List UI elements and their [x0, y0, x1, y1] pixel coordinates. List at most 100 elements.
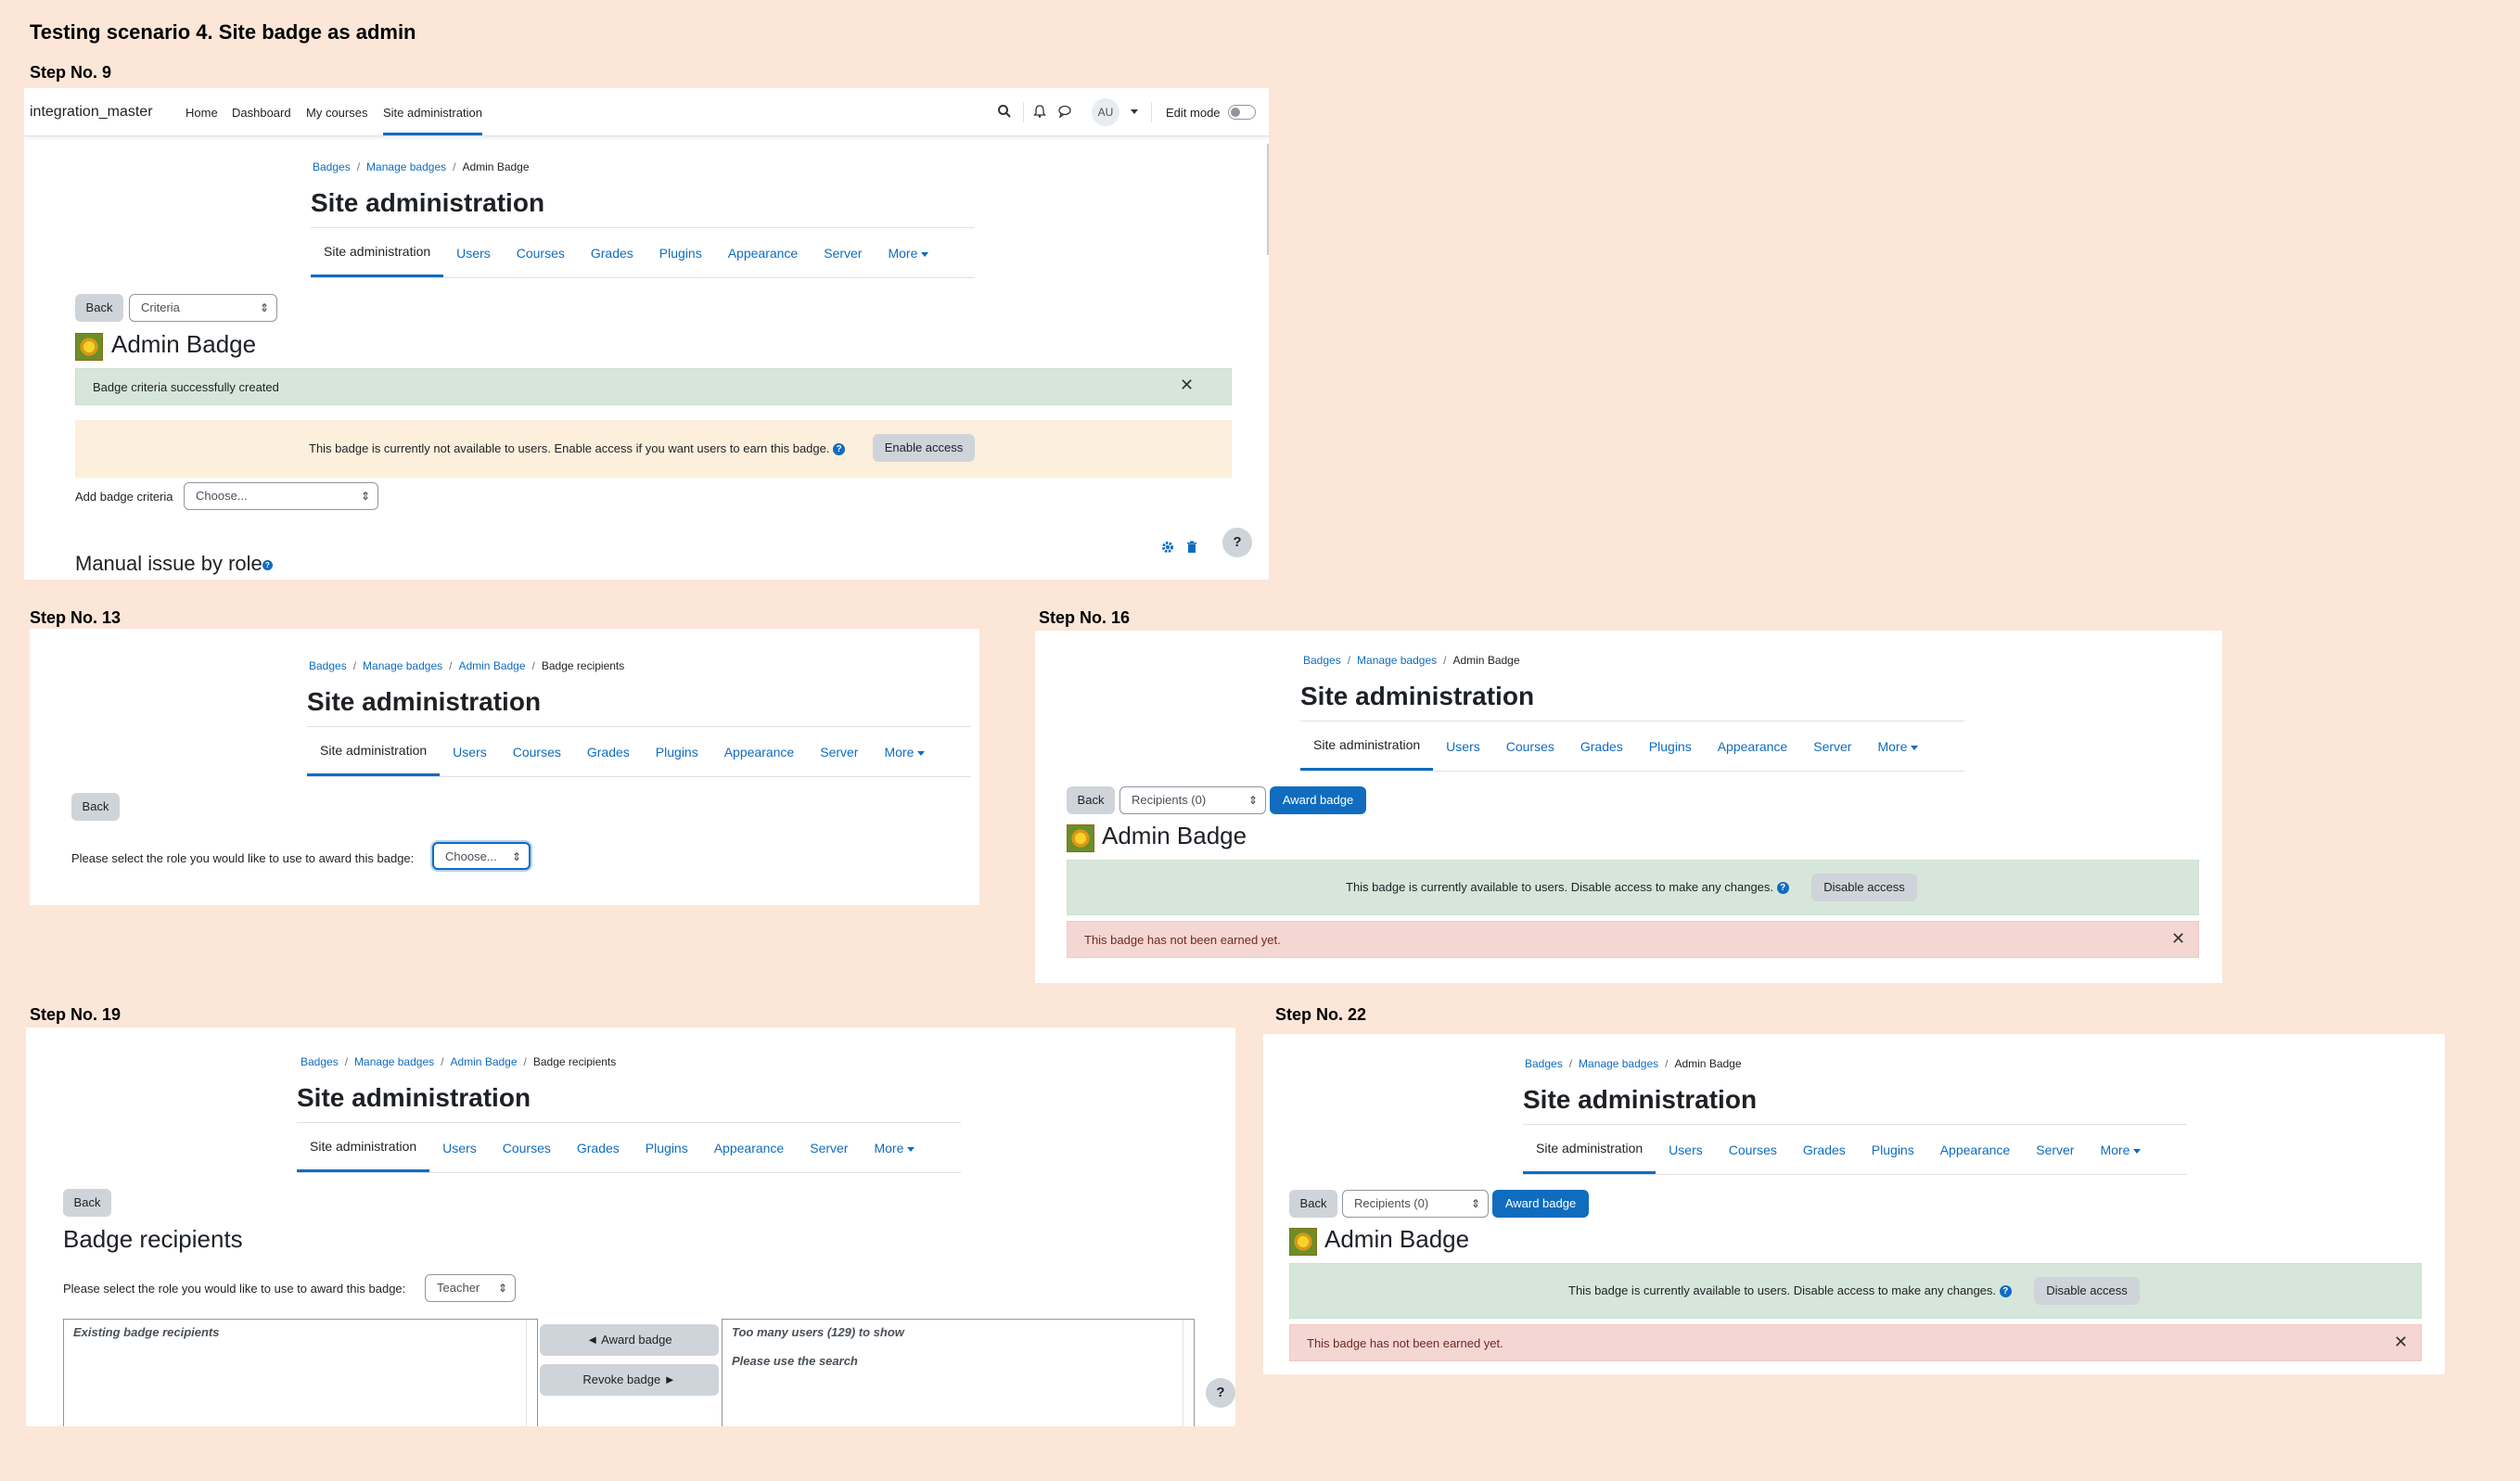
tab-users[interactable]: Users: [1433, 721, 1493, 771]
tab-plugins[interactable]: Plugins: [646, 228, 715, 277]
help-icon[interactable]: ?: [262, 559, 273, 570]
nav-home[interactable]: Home: [185, 106, 218, 120]
tab-appearance[interactable]: Appearance: [715, 228, 812, 277]
tab-appearance[interactable]: Appearance: [701, 1123, 798, 1172]
tab-courses[interactable]: Courses: [504, 228, 578, 277]
back-button[interactable]: Back: [1289, 1190, 1337, 1218]
trash-icon[interactable]: [1186, 541, 1197, 554]
award-badge-button[interactable]: Award badge: [1270, 786, 1366, 814]
tab-grades[interactable]: Grades: [574, 727, 643, 776]
tab-grades[interactable]: Grades: [578, 228, 646, 277]
tab-courses[interactable]: Courses: [500, 727, 574, 776]
tab-grades[interactable]: Grades: [1790, 1125, 1859, 1174]
tab-courses[interactable]: Courses: [1716, 1125, 1790, 1174]
disable-access-button[interactable]: Disable access: [2034, 1277, 2140, 1305]
criteria-select[interactable]: Criteria: [129, 294, 277, 322]
back-button[interactable]: Back: [71, 793, 120, 821]
crumb-admin-badge[interactable]: Admin Badge: [458, 659, 525, 672]
award-badge-button[interactable]: ◄ Award badge: [540, 1324, 719, 1356]
disable-access-button[interactable]: Disable access: [1811, 874, 1917, 901]
avatar[interactable]: AU: [1092, 98, 1119, 126]
help-button[interactable]: ?: [1222, 528, 1252, 557]
tab-plugins[interactable]: Plugins: [1859, 1125, 1927, 1174]
tab-appearance[interactable]: Appearance: [1705, 721, 1801, 771]
edit-mode-toggle[interactable]: [1228, 105, 1256, 120]
tab-more[interactable]: More: [875, 228, 941, 277]
tab-site-administration[interactable]: Site administration: [297, 1123, 430, 1172]
role-select[interactable]: Teacher: [425, 1274, 516, 1302]
step-19-screenshot: Badges / Manage badges / Admin Badge / Badge r…: [26, 1028, 1235, 1426]
help-icon[interactable]: ?: [833, 443, 846, 456]
tab-users[interactable]: Users: [443, 228, 504, 277]
existing-recipients-header: Existing badge recipients: [73, 1325, 220, 1339]
help-icon[interactable]: ?: [1776, 882, 1789, 895]
tab-grades[interactable]: Grades: [564, 1123, 633, 1172]
crumb-admin-badge[interactable]: Admin Badge: [450, 1055, 517, 1068]
nav-dashboard[interactable]: Dashboard: [232, 106, 291, 120]
crumb-badges[interactable]: Badges: [1303, 654, 1341, 667]
back-button[interactable]: Back: [75, 294, 123, 322]
tab-users[interactable]: Users: [1656, 1125, 1716, 1174]
back-button[interactable]: Back: [63, 1189, 111, 1217]
tab-appearance[interactable]: Appearance: [1927, 1125, 2024, 1174]
scrollbar[interactable]: [526, 1320, 537, 1426]
tab-plugins[interactable]: Plugins: [643, 727, 711, 776]
tab-more[interactable]: More: [1864, 721, 1931, 771]
site-name[interactable]: integration_master: [30, 104, 153, 121]
recipients-select[interactable]: Recipients (0): [1119, 786, 1266, 814]
crumb-manage-badges[interactable]: Manage badges: [366, 160, 446, 173]
crumb-manage-badges[interactable]: Manage badges: [354, 1055, 434, 1068]
tab-more[interactable]: More: [871, 727, 938, 776]
role-select[interactable]: Choose...: [432, 842, 531, 870]
close-icon[interactable]: ✕: [2171, 929, 2185, 949]
crumb-manage-badges[interactable]: Manage badges: [363, 659, 442, 672]
tab-plugins[interactable]: Plugins: [633, 1123, 701, 1172]
scrollbar[interactable]: [1267, 144, 1269, 255]
crumb-manage-badges[interactable]: Manage badges: [1579, 1057, 1658, 1070]
tab-server[interactable]: Server: [811, 228, 875, 277]
tab-server[interactable]: Server: [2023, 1125, 2087, 1174]
tab-courses[interactable]: Courses: [490, 1123, 564, 1172]
nav-my-courses[interactable]: My courses: [306, 106, 367, 120]
tab-users[interactable]: Users: [440, 727, 500, 776]
edit-mode-label: Edit mode: [1166, 106, 1221, 120]
back-button[interactable]: Back: [1067, 786, 1115, 814]
crumb-badges[interactable]: Badges: [313, 160, 351, 173]
tab-server[interactable]: Server: [797, 1123, 861, 1172]
award-badge-button[interactable]: Award badge: [1492, 1190, 1589, 1218]
tab-site-administration[interactable]: Site administration: [311, 228, 444, 277]
user-menu-caret-icon[interactable]: [1131, 109, 1138, 114]
bell-icon[interactable]: [1032, 104, 1047, 119]
tab-site-administration[interactable]: Site administration: [307, 727, 441, 776]
add-criteria-select[interactable]: Choose...: [184, 482, 378, 510]
tab-more[interactable]: More: [861, 1123, 927, 1172]
crumb-badges[interactable]: Badges: [1525, 1057, 1563, 1070]
messages-icon[interactable]: [1057, 104, 1072, 119]
tab-more[interactable]: More: [2087, 1125, 2154, 1174]
tab-plugins[interactable]: Plugins: [1636, 721, 1705, 771]
scrollbar[interactable]: [1183, 1320, 1194, 1426]
close-icon[interactable]: ✕: [1180, 376, 1194, 395]
tab-site-administration[interactable]: Site administration: [1300, 721, 1434, 771]
tab-appearance[interactable]: Appearance: [711, 727, 808, 776]
recipients-select[interactable]: Recipients (0): [1342, 1190, 1489, 1218]
close-icon[interactable]: ✕: [2394, 1333, 2408, 1352]
tab-courses[interactable]: Courses: [1493, 721, 1567, 771]
tab-grades[interactable]: Grades: [1567, 721, 1636, 771]
crumb-manage-badges[interactable]: Manage badges: [1357, 654, 1437, 667]
potential-users-list[interactable]: Too many users (129) to show Please use …: [722, 1319, 1195, 1426]
tab-server[interactable]: Server: [807, 727, 871, 776]
tab-server[interactable]: Server: [1800, 721, 1864, 771]
gear-icon[interactable]: [1161, 541, 1174, 554]
existing-recipients-list[interactable]: Existing badge recipients: [63, 1319, 538, 1426]
search-icon[interactable]: [997, 104, 1012, 119]
tab-site-administration[interactable]: Site administration: [1523, 1125, 1657, 1174]
enable-access-button[interactable]: Enable access: [873, 434, 975, 462]
help-icon[interactable]: ?: [1999, 1285, 2012, 1298]
help-button[interactable]: ?: [1206, 1378, 1235, 1408]
tab-users[interactable]: Users: [429, 1123, 490, 1172]
crumb-badges[interactable]: Badges: [301, 1055, 339, 1068]
revoke-badge-button[interactable]: Revoke badge ►: [540, 1364, 719, 1396]
nav-site-administration[interactable]: Site administration: [383, 106, 482, 135]
crumb-badges[interactable]: Badges: [309, 659, 347, 672]
